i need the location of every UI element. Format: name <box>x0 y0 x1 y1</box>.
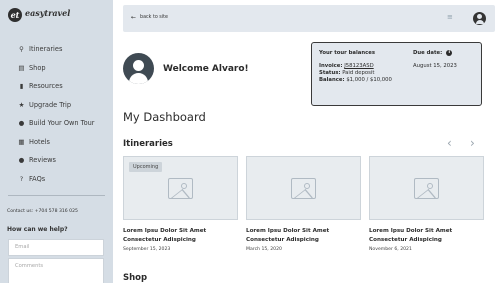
sidebar-item-label: Itineraries <box>29 45 63 54</box>
sidebar-item-label: Shop <box>29 63 46 72</box>
card-date: September 15, 2023 <box>123 247 171 252</box>
cart-icon: ▤ <box>18 63 25 72</box>
sidebar-divider <box>8 195 105 196</box>
sidebar-item-shop[interactable]: ▤ Shop <box>0 59 113 78</box>
info-icon[interactable]: i <box>446 50 453 56</box>
invoice-link[interactable]: J58123ASD <box>344 63 373 69</box>
menu-icon[interactable]: ≡ <box>447 13 453 21</box>
sidebar-item-itineraries[interactable]: ⚲ Itineraries <box>0 40 113 59</box>
tour-icon: ● <box>18 119 25 128</box>
logo[interactable]: et easytravel <box>8 7 70 22</box>
page-title: My Dashboard <box>123 110 206 124</box>
sidebar-item-reviews[interactable]: ● Reviews <box>0 151 113 170</box>
sidebar-item-upgrade-trip[interactable]: ★ Upgrade Trip <box>0 96 113 115</box>
email-field[interactable]: Email <box>8 239 104 256</box>
sidebar-nav: ⚲ Itineraries ▤ Shop ▮ Resources ★ Upgra… <box>0 40 113 188</box>
chevron-left-icon[interactable]: ‹ <box>447 136 452 150</box>
arrow-left-icon: ← <box>131 14 137 21</box>
chevron-right-icon[interactable]: › <box>470 136 475 150</box>
card-title: Lorem Ipsu Dolor Sit Amet Consectetur Ad… <box>123 228 207 243</box>
sidebar-item-label: FAQs <box>29 174 46 183</box>
back-to-site-label: back to site <box>140 15 168 20</box>
sidebar-item-label: Resources <box>29 82 63 91</box>
sidebar-item-build-tour[interactable]: ● Build Your Own Tour <box>0 114 113 133</box>
status-line: Status: Paid deposit <box>319 70 375 76</box>
welcome-message: Welcome Alvaro! <box>163 64 249 74</box>
comments-field[interactable]: Comments <box>8 258 104 283</box>
logo-mark: et <box>8 7 22 22</box>
balance-details: Invoice: J58123ASD Status: Paid deposit … <box>319 63 392 84</box>
star-icon: ★ <box>18 100 25 109</box>
help-title: How can we help? <box>7 226 68 233</box>
tour-balances-card: Your tour balances Due date: i August 15… <box>311 42 482 106</box>
sidebar-item-label: Upgrade Trip <box>29 100 72 109</box>
sidebar-item-label: Build Your Own Tour <box>29 119 95 128</box>
sidebar-item-label: Hotels <box>29 137 50 146</box>
due-date-label: Due date: i <box>413 50 453 56</box>
itinerary-card[interactable]: Upcoming Lorem Ipsu Dolor Sit Amet Conse… <box>123 156 238 252</box>
shop-title: Shop <box>123 273 148 283</box>
card-date: March 15, 2020 <box>246 247 282 252</box>
itinerary-card[interactable]: Lorem Ipsu Dolor Sit Amet Consectetur Ad… <box>369 156 484 252</box>
status-badge: Upcoming <box>129 162 163 172</box>
card-image <box>246 156 361 220</box>
sidebar-item-resources[interactable]: ▮ Resources <box>0 77 113 96</box>
chat-icon: ● <box>18 156 25 165</box>
card-date: November 6, 2021 <box>369 247 412 252</box>
sidebar: et easytravel ⚲ Itineraries ▤ Shop ▮ Res… <box>0 0 113 283</box>
sidebar-item-faqs[interactable]: ? FAQs <box>0 170 113 189</box>
sidebar-item-hotels[interactable]: ▦ Hotels <box>0 133 113 152</box>
sidebar-item-label: Reviews <box>29 156 56 165</box>
question-icon: ? <box>19 174 24 183</box>
itinerary-card[interactable]: Lorem Ipsu Dolor Sit Amet Consectetur Ad… <box>246 156 361 252</box>
image-placeholder-icon <box>291 178 316 199</box>
image-placeholder-icon <box>168 178 193 199</box>
top-bar: ← back to site ≡ <box>123 5 495 32</box>
card-image <box>369 156 484 220</box>
due-date-value: August 15, 2023 <box>413 63 457 69</box>
document-icon: ▮ <box>19 82 24 91</box>
avatar <box>123 53 154 84</box>
balance-line: Balance: $1,000 / $10,000 <box>319 77 392 83</box>
balances-title: Your tour balances <box>319 50 376 56</box>
contact-info: Contact us: +704 578 316 025 <box>7 209 78 214</box>
card-image: Upcoming <box>123 156 238 220</box>
user-icon[interactable] <box>473 12 486 25</box>
invoice-line: Invoice: J58123ASD <box>319 63 374 69</box>
itineraries-title: Itineraries <box>123 139 173 149</box>
card-title: Lorem Ipsu Dolor Sit Amet Consectetur Ad… <box>246 228 330 243</box>
image-placeholder-icon <box>414 178 439 199</box>
back-to-site-link[interactable]: ← back to site <box>131 14 168 21</box>
map-icon: ⚲ <box>19 45 24 54</box>
hotel-icon: ▦ <box>18 137 25 146</box>
logo-text: easytravel <box>25 7 71 18</box>
card-title: Lorem Ipsu Dolor Sit Amet Consectetur Ad… <box>369 228 453 243</box>
